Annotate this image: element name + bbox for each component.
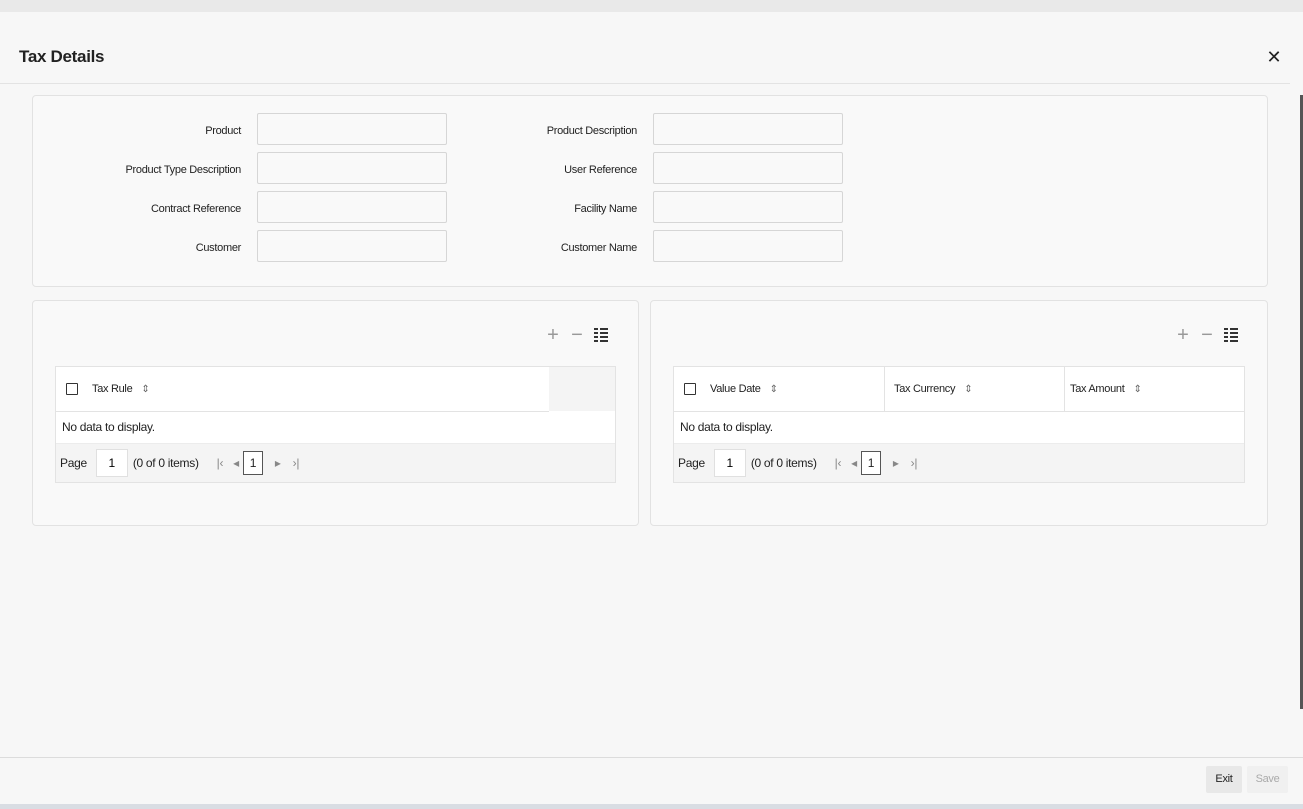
previous-page-icon[interactable]: ◂ [851, 456, 857, 470]
tax-amount-panel: + − Value Date ⇕ Tax Currency ⇕ Tax Amou… [650, 300, 1268, 526]
exit-button[interactable]: Exit [1206, 766, 1242, 793]
last-page-icon[interactable]: ›| [911, 456, 918, 470]
footer-divider [0, 757, 1303, 758]
items-count: (0 of 0 items) [750, 456, 817, 470]
column-header-tax-amount[interactable]: Tax Amount ⇕ [1065, 367, 1142, 411]
grid-header: Tax Rule ⇕ [56, 367, 549, 412]
tax-rule-toolbar: + − [545, 324, 609, 346]
product-description-label: Product Description [546, 125, 638, 137]
current-page-button[interactable]: 1 [860, 451, 881, 475]
page-number-input[interactable] [95, 449, 128, 477]
tax-amount-grid: Value Date ⇕ Tax Currency ⇕ Tax Amount ⇕… [673, 366, 1245, 483]
sort-icon[interactable]: ⇕ [964, 384, 972, 395]
single-record-view-icon[interactable] [593, 327, 609, 343]
column-header-value-date[interactable]: Value Date ⇕ [710, 367, 885, 411]
tax-rule-grid: Tax Rule ⇕ No data to display. Page (0 o… [55, 366, 616, 483]
save-button[interactable]: Save [1247, 766, 1288, 793]
sort-icon[interactable]: ⇕ [1133, 384, 1141, 395]
window-title: Tax Details [19, 47, 105, 66]
column-header-tax-rule[interactable]: Tax Rule ⇕ [92, 367, 150, 411]
header-filler [549, 367, 615, 411]
first-page-icon[interactable]: |‹ [217, 456, 224, 470]
page-label: Page [678, 456, 705, 470]
single-record-view-icon[interactable] [1223, 327, 1239, 343]
top-strip [0, 0, 1303, 12]
grid-header: Value Date ⇕ Tax Currency ⇕ Tax Amount ⇕ [674, 367, 1244, 412]
contract-reference-label: Contract Reference [151, 203, 241, 215]
add-icon[interactable]: + [1175, 324, 1191, 346]
user-reference-input[interactable] [653, 152, 843, 184]
next-page-icon[interactable]: ▸ [275, 456, 281, 470]
close-icon[interactable]: ✕ [1266, 47, 1282, 67]
current-page-button[interactable]: 1 [242, 451, 263, 475]
user-reference-label: User Reference [564, 164, 637, 176]
tax-amount-toolbar: + − [1175, 324, 1239, 346]
first-page-icon[interactable]: |‹ [835, 456, 842, 470]
facility-name-label: Facility Name [574, 203, 637, 215]
select-all-checkbox[interactable] [684, 383, 696, 395]
remove-icon[interactable]: − [569, 324, 585, 346]
product-description-input[interactable] [653, 113, 843, 145]
page-label: Page [60, 456, 87, 470]
facility-name-input[interactable] [653, 191, 843, 223]
product-label: Product [205, 125, 241, 137]
sort-icon[interactable]: ⇕ [770, 384, 778, 395]
customer-label: Customer [195, 242, 242, 254]
pagination-bar: Page (0 of 0 items) |‹ ◂ 1 ▸ ›| [674, 443, 1244, 482]
product-type-description-label: Product Type Description [125, 164, 242, 176]
empty-message: No data to display. [680, 420, 773, 434]
bottom-strip [0, 804, 1303, 809]
column-header-tax-currency[interactable]: Tax Currency ⇕ [885, 367, 1065, 411]
previous-page-icon[interactable]: ◂ [233, 456, 239, 470]
header-form-panel: Product Product Description Product Type… [32, 95, 1268, 287]
customer-name-input[interactable] [653, 230, 843, 262]
next-page-icon[interactable]: ▸ [893, 456, 899, 470]
tax-rule-panel: + − Tax Rule ⇕ No data to display. Page … [32, 300, 639, 526]
select-all-checkbox[interactable] [66, 383, 78, 395]
page-number-input[interactable] [713, 449, 746, 477]
title-divider [0, 83, 1290, 84]
last-page-icon[interactable]: ›| [293, 456, 300, 470]
sort-icon[interactable]: ⇕ [141, 384, 149, 395]
items-count: (0 of 0 items) [132, 456, 199, 470]
pagination-bar: Page (0 of 0 items) |‹ ◂ 1 ▸ ›| [56, 443, 615, 482]
customer-name-label: Customer Name [560, 242, 637, 254]
remove-icon[interactable]: − [1199, 324, 1215, 346]
add-icon[interactable]: + [545, 324, 561, 346]
empty-message: No data to display. [62, 420, 155, 434]
